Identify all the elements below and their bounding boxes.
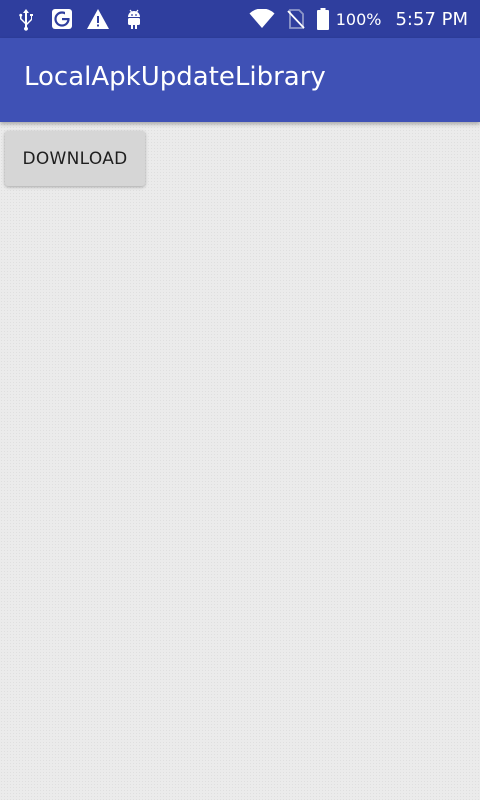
wifi-icon: [248, 7, 276, 31]
app-screen: 100% 5:57 PM LocalApkUpdateLibrary DOWNL…: [0, 0, 480, 800]
app-bar: LocalApkUpdateLibrary: [0, 38, 480, 122]
status-bar-clock: 5:57 PM: [395, 8, 468, 30]
battery-icon: [316, 7, 330, 31]
app-title: LocalApkUpdateLibrary: [24, 62, 326, 92]
status-bar-system: 100% 5:57 PM: [248, 0, 468, 38]
status-bar: 100% 5:57 PM: [0, 0, 480, 38]
no-sim-icon: [284, 7, 308, 31]
warning-icon: [86, 7, 110, 31]
usb-icon: [14, 7, 38, 31]
download-button[interactable]: DOWNLOAD: [5, 131, 145, 186]
g-notification-icon: [50, 7, 74, 31]
status-bar-notifications: [14, 0, 146, 38]
android-debug-icon: [122, 7, 146, 31]
battery-percent: 100%: [335, 9, 382, 29]
